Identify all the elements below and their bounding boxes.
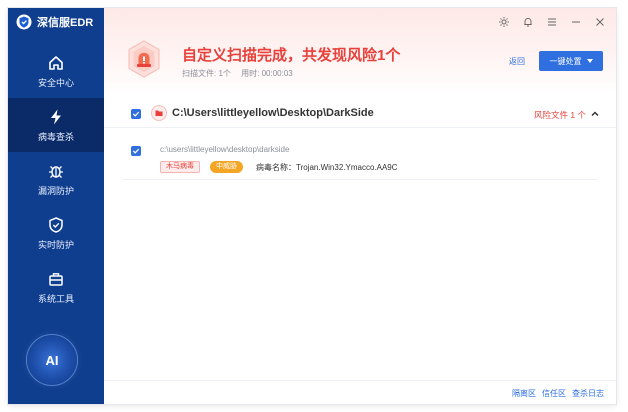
sidebar-item-system-tools[interactable]: 系统工具	[8, 260, 104, 314]
bug-icon	[49, 165, 63, 178]
sidebar-item-virus-scan[interactable]: 病毒查杀	[8, 98, 104, 152]
sidebar: 深信服EDR 安全中心 病毒查杀 漏洞防护 实时防护 系统工具 AI	[8, 8, 104, 404]
home-icon	[49, 55, 63, 70]
window-controls	[498, 16, 606, 28]
app-logo-icon	[16, 14, 32, 30]
group-checkbox[interactable]	[131, 109, 141, 119]
footer-links: 隔离区 信任区 查杀日志	[512, 388, 604, 399]
virus-name: 病毒名称：Trojan.Win32.Ymacco.AA9C	[256, 163, 398, 172]
sidebar-item-label: 安全中心	[37, 77, 74, 88]
notification-bell-icon[interactable]	[522, 16, 534, 28]
scan-result-title: 自定义扫描完成，共发现风险1个	[182, 47, 401, 64]
threat-type-tag: 木马病毒	[160, 161, 200, 173]
settings-gear-icon[interactable]	[498, 16, 510, 28]
brand: 深信服EDR	[8, 8, 104, 36]
main-panel: 自定义扫描完成，共发现风险1个 扫描文件: 1个 用时: 00:00:03 返回…	[104, 8, 616, 404]
ai-label: AI	[45, 352, 59, 368]
alarm-icon	[128, 40, 160, 78]
toolbox-icon	[49, 272, 63, 286]
footer: 隔离区 信任区 查杀日志	[104, 380, 616, 404]
one-click-handle-button[interactable]: 一键处置	[539, 51, 603, 71]
sidebar-item-security-center[interactable]: 安全中心	[8, 44, 104, 98]
ai-assistant-button[interactable]: AI	[22, 330, 82, 390]
trust-zone-link[interactable]: 信任区	[542, 388, 566, 399]
scan-summary: 扫描文件: 1个 用时: 00:00:03	[182, 68, 301, 79]
sidebar-item-vuln-protection[interactable]: 漏洞防护	[8, 152, 104, 206]
threat-file-row[interactable]: c:\users\littleyellow\desktop\darkside 木…	[122, 132, 598, 180]
file-path: c:\users\littleyellow\desktop\darkside	[160, 145, 290, 154]
file-checkbox[interactable]	[131, 146, 141, 156]
edr-window: 深信服EDR 安全中心 病毒查杀 漏洞防护 实时防护 系统工具 AI 自定义扫描…	[8, 8, 616, 404]
back-link[interactable]: 返回	[509, 56, 525, 67]
scanned-files-count: 扫描文件: 1个	[182, 69, 231, 78]
threat-level-badge: 中威胁	[210, 161, 243, 173]
chevron-down-icon	[586, 59, 593, 63]
checkmark-icon	[132, 111, 140, 117]
checkmark-icon	[132, 148, 140, 154]
chevron-up-icon[interactable]	[590, 109, 600, 119]
scan-log-link[interactable]: 查杀日志	[572, 388, 604, 399]
app-name: 深信服EDR	[37, 17, 94, 29]
one-click-handle-label: 一键处置	[549, 56, 582, 66]
result-group-row[interactable]: C:\Users\littleyellow\Desktop\DarkSide 风…	[104, 100, 616, 128]
result-header: 自定义扫描完成，共发现风险1个 扫描文件: 1个 用时: 00:00:03 返回…	[104, 8, 616, 96]
lightning-icon	[51, 109, 61, 124]
sidebar-item-realtime-protection[interactable]: 实时防护	[8, 206, 104, 260]
sidebar-item-label: 系统工具	[37, 293, 74, 304]
risk-file-count: 风险文件 1 个	[534, 110, 586, 120]
menu-icon[interactable]	[546, 16, 558, 28]
folder-icon	[151, 105, 167, 121]
minimize-icon[interactable]	[570, 16, 582, 28]
shield-icon	[49, 216, 63, 233]
sidebar-item-label: 实时防护	[37, 239, 74, 250]
sidebar-item-label: 漏洞防护	[37, 185, 74, 196]
sidebar-item-label: 病毒查杀	[37, 131, 74, 142]
quarantine-link[interactable]: 隔离区	[512, 388, 536, 399]
elapsed-time: 用时: 00:00:03	[241, 69, 293, 78]
close-icon[interactable]	[594, 16, 606, 28]
group-path: C:\Users\littleyellow\Desktop\DarkSide	[172, 107, 374, 119]
